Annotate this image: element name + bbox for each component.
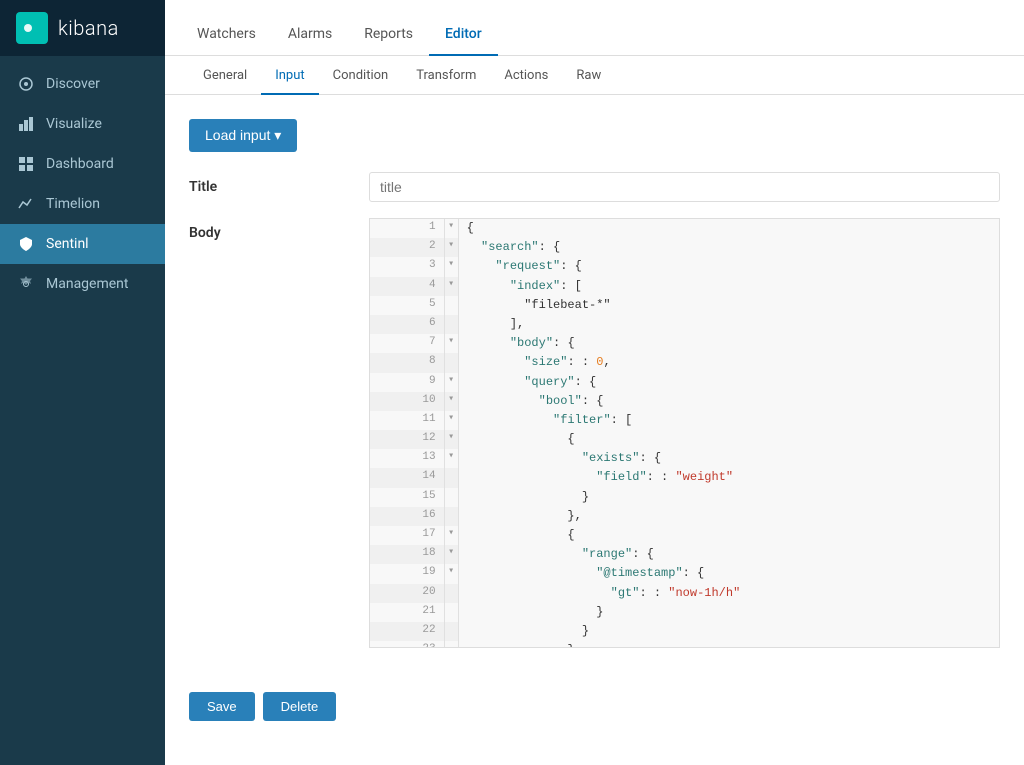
code-line-18: 18▾ "range": { (370, 545, 999, 564)
title-field-row: Title (189, 172, 1000, 202)
fold-icon (445, 353, 459, 372)
code-line-11: 11▾ "filter": [ (370, 411, 999, 430)
management-icon (16, 274, 36, 294)
fold-icon (445, 584, 459, 603)
code-line-7: 7▾ "body": { (370, 334, 999, 353)
fold-icon[interactable]: ▾ (445, 564, 459, 583)
code-line-19: 19▾ "@timestamp": { (370, 564, 999, 583)
kibana-logo-icon (16, 12, 48, 44)
fold-icon (445, 488, 459, 507)
sidebar-item-visualize[interactable]: Visualize (0, 104, 165, 144)
sidebar-item-label: Management (46, 276, 128, 292)
dashboard-icon (16, 154, 36, 174)
tab-watchers[interactable]: Watchers (181, 12, 272, 56)
code-line-4: 4▾ "index": [ (370, 277, 999, 296)
editor-content: Load input ▾ Title Body 1▾{2▾ "search": … (165, 95, 1024, 765)
fold-icon (445, 296, 459, 315)
fold-icon[interactable]: ▾ (445, 545, 459, 564)
load-input-label: Load input ▾ (205, 127, 281, 144)
subtab-input[interactable]: Input (261, 56, 318, 95)
fold-icon (445, 641, 459, 648)
sentinl-icon (16, 234, 36, 254)
fold-icon (445, 468, 459, 487)
sidebar: kibana Discover Visualize Dashboard Time… (0, 0, 165, 765)
subtab-actions[interactable]: Actions (490, 56, 562, 95)
fold-icon[interactable]: ▾ (445, 449, 459, 468)
tab-alarms[interactable]: Alarms (272, 12, 348, 56)
sidebar-item-management[interactable]: Management (0, 264, 165, 304)
tab-reports[interactable]: Reports (348, 12, 429, 56)
load-input-button[interactable]: Load input ▾ (189, 119, 297, 152)
visualize-icon (16, 114, 36, 134)
sidebar-navigation: Discover Visualize Dashboard Timelion Se… (0, 56, 165, 765)
sidebar-item-label: Timelion (46, 196, 100, 212)
fold-icon[interactable]: ▾ (445, 411, 459, 430)
sidebar-item-label: Visualize (46, 116, 102, 132)
delete-button[interactable]: Delete (263, 692, 337, 721)
code-line-12: 12▾ { (370, 430, 999, 449)
discover-icon (16, 74, 36, 94)
title-input[interactable] (369, 172, 1000, 202)
fold-icon[interactable]: ▾ (445, 238, 459, 257)
code-line-5: 5 "filebeat-*" (370, 296, 999, 315)
sidebar-item-sentinl[interactable]: Sentinl (0, 224, 165, 264)
code-line-16: 16 }, (370, 507, 999, 526)
code-line-8: 8 "size": : 0, (370, 353, 999, 372)
save-button[interactable]: Save (189, 692, 255, 721)
bottom-actions: Save Delete (165, 680, 1024, 733)
sidebar-item-dashboard[interactable]: Dashboard (0, 144, 165, 184)
fold-icon[interactable]: ▾ (445, 430, 459, 449)
sidebar-item-label: Dashboard (46, 156, 114, 172)
title-label: Title (189, 172, 369, 195)
fold-icon[interactable]: ▾ (445, 392, 459, 411)
subtab-transform[interactable]: Transform (402, 56, 490, 95)
tab-editor[interactable]: Editor (429, 12, 498, 56)
code-line-17: 17▾ { (370, 526, 999, 545)
body-editor-wrapper: 1▾{2▾ "search": {3▾ "request": {4▾ "inde… (369, 218, 1000, 648)
fold-icon (445, 315, 459, 334)
code-line-20: 20 "gt": : "now-1h/h" (370, 584, 999, 603)
top-navigation: Watchers Alarms Reports Editor (165, 0, 1024, 56)
code-line-13: 13▾ "exists": { (370, 449, 999, 468)
fold-icon[interactable]: ▾ (445, 219, 459, 238)
sidebar-item-label: Sentinl (46, 236, 89, 252)
body-field-row: Body 1▾{2▾ "search": {3▾ "request": {4▾ … (189, 218, 1000, 648)
timelion-icon (16, 194, 36, 214)
title-input-wrapper (369, 172, 1000, 202)
code-line-3: 3▾ "request": { (370, 257, 999, 276)
fold-icon[interactable]: ▾ (445, 373, 459, 392)
subtab-raw[interactable]: Raw (562, 56, 615, 95)
fold-icon[interactable]: ▾ (445, 257, 459, 276)
fold-icon[interactable]: ▾ (445, 526, 459, 545)
sub-tabs: General Input Condition Transform Action… (165, 56, 1024, 95)
code-editor[interactable]: 1▾{2▾ "search": {3▾ "request": {4▾ "inde… (369, 218, 1000, 648)
code-line-6: 6 ], (370, 315, 999, 334)
sidebar-item-discover[interactable]: Discover (0, 64, 165, 104)
code-line-23: 23 } (370, 641, 999, 648)
code-line-15: 15 } (370, 488, 999, 507)
sidebar-logo: kibana (0, 0, 165, 56)
body-label: Body (189, 218, 369, 241)
subtab-general[interactable]: General (189, 56, 261, 95)
fold-icon[interactable]: ▾ (445, 334, 459, 353)
sidebar-item-label: Discover (46, 76, 100, 92)
code-line-21: 21 } (370, 603, 999, 622)
fold-icon[interactable]: ▾ (445, 277, 459, 296)
fold-icon (445, 603, 459, 622)
code-line-22: 22 } (370, 622, 999, 641)
code-line-1: 1▾{ (370, 219, 999, 238)
kibana-logo-text: kibana (58, 16, 119, 40)
code-line-14: 14 "field": : "weight" (370, 468, 999, 487)
fold-icon (445, 507, 459, 526)
sidebar-item-timelion[interactable]: Timelion (0, 184, 165, 224)
code-line-9: 9▾ "query": { (370, 373, 999, 392)
main-content: Watchers Alarms Reports Editor General I… (165, 0, 1024, 765)
code-line-2: 2▾ "search": { (370, 238, 999, 257)
form-area: Load input ▾ Title Body 1▾{2▾ "search": … (165, 95, 1024, 680)
subtab-condition[interactable]: Condition (319, 56, 403, 95)
code-line-10: 10▾ "bool": { (370, 392, 999, 411)
fold-icon (445, 622, 459, 641)
